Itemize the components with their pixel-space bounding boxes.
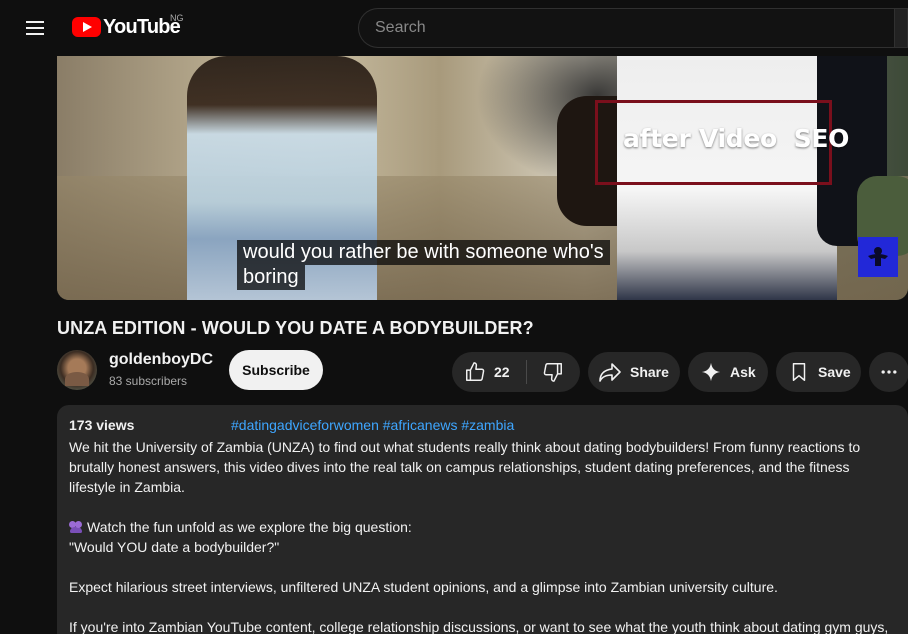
like-dislike-group: 22	[452, 352, 580, 392]
subscribe-button[interactable]: Subscribe	[229, 350, 323, 390]
description-line: Watch the fun unfold as we explore the b…	[87, 519, 412, 535]
description-paragraph: "Would YOU date a bodybuilder?"	[69, 539, 280, 555]
video-captions: would you rather be with someone who's b…	[237, 240, 610, 290]
masthead: YouTube NG	[0, 0, 908, 56]
ask-button[interactable]: Ask	[688, 352, 768, 392]
region-code: NG	[170, 13, 184, 23]
dislike-button[interactable]	[527, 352, 579, 392]
youtube-play-icon	[72, 17, 101, 37]
description-text: We hit the University of Zambia (UNZA) t…	[69, 437, 899, 634]
view-count: 173 views	[69, 417, 135, 433]
people-emoji-icon	[69, 521, 83, 533]
menu-icon[interactable]	[22, 18, 50, 40]
share-label: Share	[630, 364, 669, 380]
save-button[interactable]: Save	[776, 352, 861, 392]
hashtag-link[interactable]: #africanews	[383, 417, 458, 433]
seo-overlay-text: after Video SEO	[623, 124, 850, 153]
share-button[interactable]: Share	[588, 352, 680, 392]
subscriber-count: 83 subscribers	[109, 374, 188, 388]
like-button[interactable]: 22	[452, 352, 526, 392]
search-input[interactable]	[359, 9, 896, 47]
hashtag-link[interactable]: #zambia	[461, 417, 514, 433]
thumbs-down-icon	[543, 363, 562, 382]
description-paragraph: If you're into Zambian YouTube content, …	[69, 619, 889, 634]
share-icon	[599, 363, 621, 382]
thumbs-up-icon	[466, 362, 485, 381]
description-box[interactable]: 173 views #datingadviceforwomen #african…	[57, 405, 908, 634]
hashtag-list: #datingadviceforwomen #africanews #zambi…	[231, 417, 514, 433]
hashtag-link[interactable]: #datingadviceforwomen	[231, 417, 379, 433]
ask-label: Ask	[730, 364, 756, 380]
sparkle-icon	[701, 362, 721, 382]
channel-avatar[interactable]	[57, 350, 97, 390]
channel-name[interactable]: goldenboyDC	[109, 351, 213, 369]
video-title: UNZA EDITION - WOULD YOU DATE A BODYBUIL…	[57, 318, 534, 338]
description-paragraph: Watch the fun unfold as we explore the b…	[69, 517, 899, 537]
like-count: 22	[494, 364, 510, 380]
save-label: Save	[818, 364, 851, 380]
bookmark-icon	[792, 363, 806, 381]
description-paragraph: Expect hilarious street interviews, unfi…	[69, 579, 778, 595]
caption-line-2: boring	[237, 265, 305, 290]
search-button[interactable]	[894, 8, 908, 48]
youtube-logo[interactable]: YouTube	[72, 14, 181, 40]
description-paragraph: We hit the University of Zambia (UNZA) t…	[69, 439, 861, 495]
more-horizontal-icon	[881, 370, 897, 374]
more-actions-button[interactable]	[869, 352, 908, 392]
logo-text: YouTube	[103, 15, 181, 38]
search-box	[358, 8, 896, 48]
caption-line-1: would you rather be with someone who's	[237, 240, 610, 265]
channel-watermark-icon[interactable]	[858, 237, 898, 277]
